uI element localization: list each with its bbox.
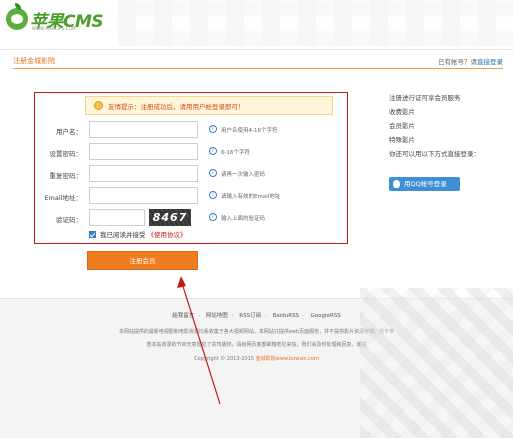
confirm-password-label: 重复密码： bbox=[49, 172, 83, 180]
register-button[interactable]: 注册会员 bbox=[87, 251, 198, 270]
username-input[interactable] bbox=[89, 121, 198, 138]
footer-disclaimer-2: 若本站收录的节目无意侵犯了贵司版权，请给网页底部邮箱地址来信，我们会及时处理和回… bbox=[146, 342, 367, 348]
logo-subtitle: WWW.MACCMS.COM bbox=[32, 26, 76, 31]
login-prompt-text: 已有帐号？请 bbox=[438, 58, 477, 66]
info-icon: i bbox=[209, 125, 217, 133]
agree-text: 我已阅读并接受 bbox=[100, 231, 146, 239]
info-icon: i bbox=[209, 191, 217, 199]
password-label: 设置密码： bbox=[49, 150, 83, 158]
sidebar-item: 会员影片 bbox=[389, 122, 415, 130]
password-input[interactable] bbox=[89, 143, 198, 160]
password-row: 设置密码： i 6-16个字符 bbox=[35, 143, 349, 161]
footer-link-sitemap[interactable]: 网站地图 bbox=[206, 313, 228, 319]
username-hint: 用户名使用4-16个字符 bbox=[221, 128, 278, 134]
captcha-text: 8467 bbox=[152, 211, 188, 224]
email-hint: 请输入有效的Email地址 bbox=[221, 194, 281, 200]
sidebar-item: 特殊影片 bbox=[389, 136, 415, 144]
confirm-password-input[interactable] bbox=[89, 165, 198, 182]
notice-text: 友情提示：注册成功后，请用用户帐登录即可！ bbox=[108, 102, 245, 111]
header-divider bbox=[0, 49, 513, 50]
footer-nav: 給我留言 · 网站地图 · RSS订阅 · BaiduRSS · GoogleRSS bbox=[172, 313, 341, 319]
sidebar: 注册进行证可享会员服务 收费影片 会员影片 特殊影片 你还可以用以下方式直接登录… bbox=[389, 91, 509, 161]
agree-checkbox[interactable] bbox=[89, 230, 96, 238]
info-icon: i bbox=[209, 169, 217, 177]
page-title: 注册金城影院 bbox=[13, 57, 55, 65]
captcha-label: 验证码： bbox=[56, 216, 82, 224]
footer-copyright: Copyright © 2013-2015 金城影院www.bowsin.com bbox=[0, 355, 513, 362]
footer: 給我留言 · 网站地图 · RSS订阅 · BaiduRSS · GoogleRSS 本… bbox=[0, 298, 513, 438]
title-underline bbox=[13, 68, 503, 69]
lightbulb-icon bbox=[94, 101, 103, 110]
direct-login-link[interactable]: 直接登录 bbox=[477, 58, 503, 66]
footer-link-guestbook[interactable]: 給我留言 bbox=[172, 313, 194, 319]
username-row: 用户名： i 用户名使用4-16个字符 bbox=[35, 121, 349, 139]
footer-divider bbox=[0, 298, 513, 299]
sidebar-item: 注册进行证可享会员服务 bbox=[389, 94, 461, 102]
sidebar-item: 你还可以用以下方式直接登录： bbox=[389, 150, 480, 158]
apple-logo-icon bbox=[6, 3, 28, 30]
email-row: Email地址： i 请输入有效的Email地址 bbox=[35, 187, 349, 205]
login-prompt: 已有帐号？请直接登录 bbox=[438, 56, 503, 66]
email-label: Email地址： bbox=[44, 194, 82, 202]
email-input[interactable] bbox=[89, 187, 198, 204]
footer-link-google-rss[interactable]: GoogleRSS bbox=[311, 313, 341, 319]
confirm-password-row: 重复密码： i 请再一次输入密码 bbox=[35, 165, 349, 183]
agree-row: 我已阅读并接受 《使用协议》 bbox=[89, 229, 187, 239]
terms-link[interactable]: 《使用协议》 bbox=[148, 229, 187, 239]
sidebar-item: 收费影片 bbox=[389, 108, 415, 116]
captcha-input[interactable] bbox=[89, 209, 145, 226]
registration-form: 友情提示：注册成功后，请用用户帐登录即可！ 用户名： i 用户名使用4-16个字… bbox=[34, 92, 348, 244]
footer-link-rss[interactable]: RSS订阅 bbox=[239, 313, 261, 319]
info-icon: i bbox=[209, 147, 217, 155]
copyright-text: Copyright © 2013-2015 bbox=[194, 356, 255, 362]
page: 苹果CMS WWW.MACCMS.COM 注册金城影院 已有帐号？请直接登录 友… bbox=[0, 0, 513, 438]
notice-banner: 友情提示：注册成功后，请用用户帐登录即可！ bbox=[85, 96, 333, 115]
footer-link-baidu-rss[interactable]: BaiduRSS bbox=[273, 313, 299, 319]
captcha-image[interactable]: 8467 bbox=[149, 209, 191, 226]
confirm-password-hint: 请再一次输入密码 bbox=[221, 172, 266, 178]
captcha-hint: 输入上面的验证码 bbox=[221, 216, 266, 222]
qq-login-button[interactable]: 用QQ帐号登录 bbox=[389, 177, 460, 191]
copyright-link[interactable]: 金城影院www.bowsin.com bbox=[256, 356, 319, 362]
mosaic-overlay bbox=[118, 0, 513, 46]
info-icon: i bbox=[209, 213, 217, 221]
username-label: 用户名： bbox=[56, 128, 82, 136]
password-hint: 6-16个字符 bbox=[221, 150, 250, 156]
captcha-row: 验证码： 8467 i 输入上面的验证码 bbox=[35, 209, 349, 227]
footer-disclaimer-1: 本网站提供的最新电视剧和电影资源均系收集于各大视频网站，本网站只提供web页面服… bbox=[118, 329, 395, 335]
